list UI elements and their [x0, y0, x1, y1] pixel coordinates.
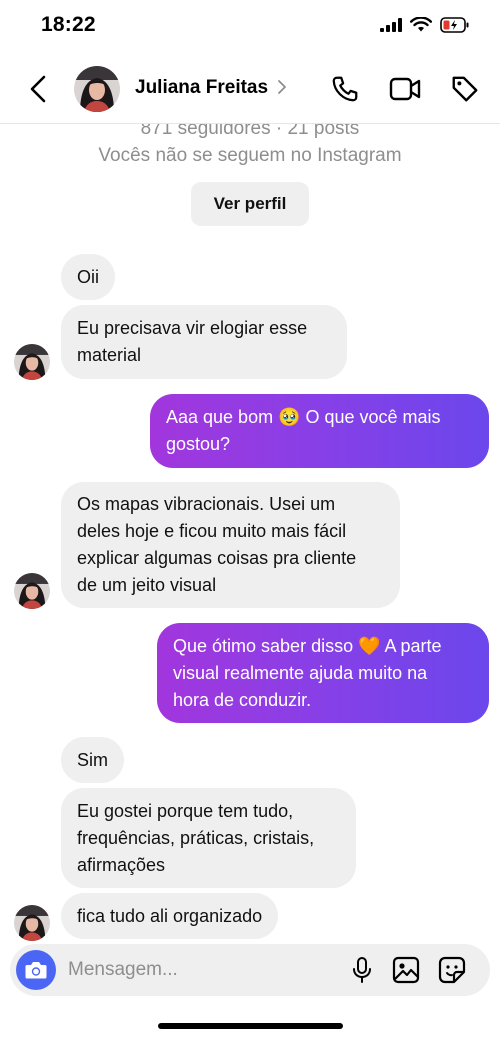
message-text: gostou? [166, 434, 231, 454]
gallery-button[interactable] [391, 955, 421, 985]
sticker-icon [438, 956, 466, 984]
message-text: Eu precisava vir elogiar esse [77, 318, 308, 338]
message-text: Eu gostei porque tem tudo, [77, 800, 294, 821]
tag-button[interactable] [448, 72, 482, 106]
signal-icon [380, 18, 402, 37]
phone-icon [332, 76, 358, 102]
message-bubble-incoming[interactable]: Eu gostei porque tem tudo, frequências, … [61, 788, 356, 888]
back-icon [30, 75, 46, 103]
status-time: 18:22 [41, 13, 96, 36]
message-text: frequências, práticas, cristais, [77, 827, 315, 848]
voice-message-button[interactable] [347, 955, 377, 985]
view-profile-button[interactable]: Ver perfil [191, 182, 309, 226]
contact-avatar-small[interactable] [14, 905, 50, 941]
home-indicator[interactable] [158, 1023, 343, 1029]
gallery-icon [392, 956, 420, 984]
message-text: hora de conduzir. [173, 689, 312, 710]
message-text: afirmações [77, 854, 166, 875]
message-text: Aaa que bom 🥹 O que você mais [166, 407, 441, 427]
message-text: visual realmente ajuda muito na [173, 662, 428, 683]
message-bubble-outgoing[interactable]: Que ótimo saber disso 🧡 A parte visual r… [157, 623, 489, 723]
message-bubble-incoming[interactable]: fica tudo ali organizado [61, 893, 279, 939]
message-text: explicar algumas coisas pra cliente [77, 548, 357, 568]
message-text: de um jeito visual [77, 575, 217, 595]
message-text: fica tudo ali organizado [77, 905, 263, 926]
message-composer [10, 944, 490, 996]
message-text: Que ótimo saber disso 🧡 A parte [173, 635, 442, 656]
message-bubble-incoming[interactable]: Oii [61, 254, 115, 300]
back-button[interactable] [24, 74, 52, 104]
contact-avatar[interactable] [74, 66, 120, 112]
chat-header: Juliana Freitas [0, 52, 500, 124]
chevron-right-icon[interactable] [277, 79, 287, 100]
message-text: material [77, 345, 142, 365]
message-text: Oii [77, 266, 99, 287]
contact-avatar-small[interactable] [14, 573, 50, 609]
contact-name[interactable]: Juliana Freitas [135, 77, 268, 99]
wifi-icon [410, 16, 432, 38]
message-text: Sim [77, 749, 108, 770]
message-bubble-incoming[interactable]: Sim [61, 737, 124, 783]
sticker-button[interactable] [437, 955, 467, 985]
message-bubble-outgoing[interactable]: Aaa que bom 🥹 O que você mais gostou? [150, 394, 489, 468]
message-text: deles hoje e ficou muito mais fácil [77, 521, 347, 541]
message-bubble-incoming[interactable]: Os mapas vibracionais. Usei um deles hoj… [61, 482, 400, 608]
tag-icon [452, 76, 478, 102]
follow-status: Vocês não se seguem no Instagram [98, 145, 402, 166]
message-input[interactable] [68, 956, 328, 984]
contact-avatar-small[interactable] [14, 344, 50, 380]
message-text: Os mapas vibracionais. Usei um [77, 494, 336, 514]
battery-icon [440, 17, 470, 38]
call-button[interactable] [328, 72, 362, 106]
video-icon [389, 77, 421, 101]
camera-icon [25, 962, 47, 979]
camera-button[interactable] [16, 950, 56, 990]
message-bubble-incoming[interactable]: Eu precisava vir elogiar esse material [61, 305, 347, 379]
status-icons [380, 16, 470, 38]
microphone-icon [353, 957, 371, 983]
status-bar: 18:22 [0, 0, 500, 52]
video-call-button[interactable] [388, 72, 422, 106]
